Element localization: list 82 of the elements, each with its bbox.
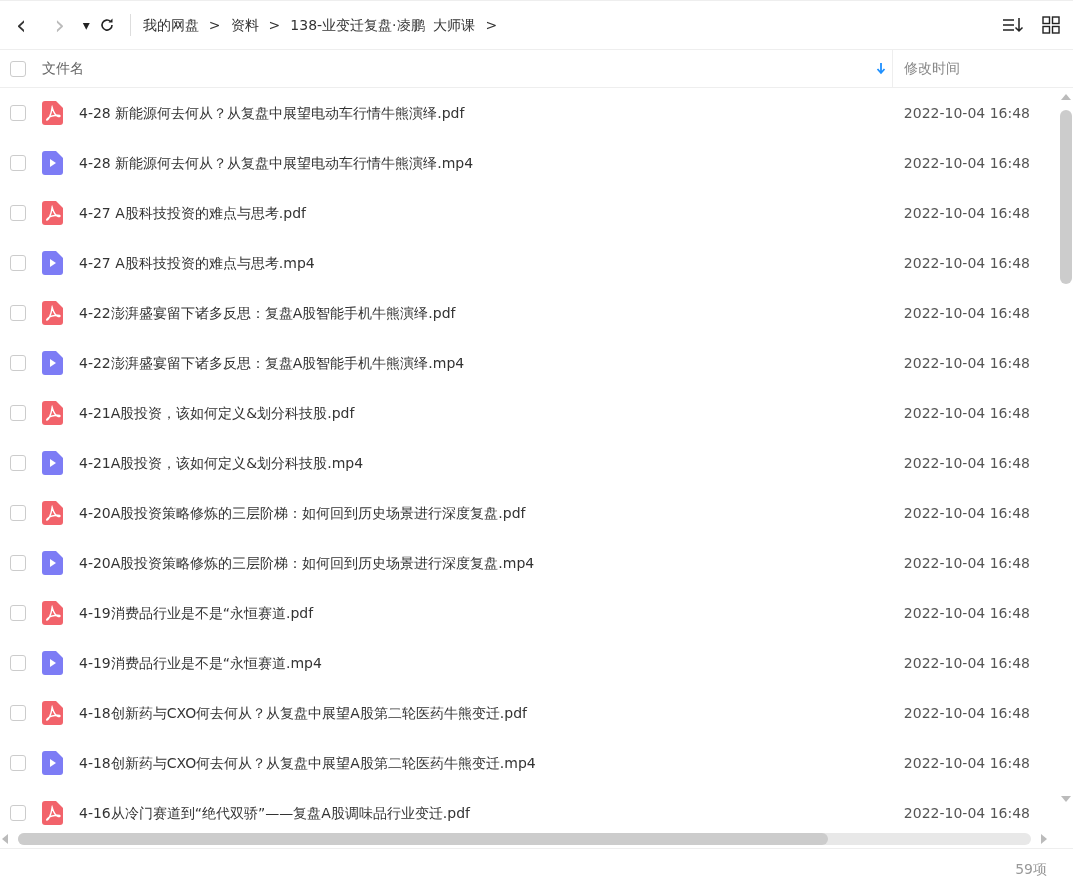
breadcrumb-link[interactable]: 资料 [226,14,263,36]
grid-view-icon [1042,16,1060,34]
modified-time: 2022-10-04 16:48 [903,403,1030,423]
refresh-icon [98,17,115,33]
row-checkbox[interactable] [10,105,26,121]
modified-time: 2022-10-04 16:48 [903,103,1030,123]
row-checkbox[interactable] [10,255,26,271]
pdf-file-icon [42,401,63,425]
pdf-file-icon [42,301,63,325]
file-name[interactable]: 4-21A股投资，该如何定义&划分科技股.mp4 [79,452,364,474]
file-name[interactable]: 4-19消费品行业是不是“永恒赛道.mp4 [79,652,322,674]
modified-time: 2022-10-04 16:48 [903,253,1030,273]
video-file-icon [42,351,63,375]
video-file-icon [42,251,63,275]
row-checkbox[interactable] [10,155,26,171]
row-checkbox[interactable] [10,755,26,771]
file-name[interactable]: 4-20A股投资策略修炼的三层阶梯：如何回到历史场景进行深度复盘.pdf [79,502,526,524]
file-name[interactable]: 4-21A股投资，该如何定义&划分科技股.pdf [79,402,355,424]
modified-time: 2022-10-04 16:48 [903,503,1030,523]
scroll-left-icon [2,834,8,844]
file-name[interactable]: 4-20A股投资策略修炼的三层阶梯：如何回到历史场景进行深度复盘.mp4 [79,552,535,574]
select-all-checkbox[interactable] [10,60,26,77]
column-header[interactable]: 文件名 [42,58,84,79]
sort-icon [1002,16,1024,34]
modified-time: 2022-10-04 16:48 [903,353,1030,373]
pdf-file-icon [42,501,63,525]
file-name[interactable]: 4-27 A股科技投资的难点与思考.pdf [79,202,306,224]
dropdown-button[interactable]: ▾ [78,14,94,36]
row-checkbox[interactable] [10,605,26,621]
modified-time: 2022-10-04 16:48 [903,653,1030,673]
video-file-icon [42,151,63,175]
item-count: 59项 [1015,860,1047,879]
modified-time: 2022-10-04 16:48 [903,153,1030,173]
scroll-down-icon [1061,796,1071,802]
row-checkbox[interactable] [10,705,26,721]
modified-time: 2022-10-04 16:48 [903,303,1030,323]
modified-time: 2022-10-04 16:48 [903,703,1030,723]
file-name[interactable]: 4-28 新能源何去何从？从复盘中展望电动车行情牛熊演绎.mp4 [79,152,474,174]
breadcrumb-link[interactable]: 我的网盘 [138,14,203,36]
row-checkbox[interactable] [10,805,26,821]
row-checkbox[interactable] [10,355,26,371]
sort-arrow-icon [876,62,886,75]
file-name[interactable]: 4-18创新药与CXO何去何从？从复盘中展望A股第二轮医药牛熊变迁.pdf [79,702,527,724]
pdf-file-icon [42,701,63,725]
row-checkbox[interactable] [10,205,26,221]
file-name[interactable]: 4-28 新能源何去何从？从复盘中展望电动车行情牛熊演绎.pdf [79,102,465,124]
modified-time: 2022-10-04 16:48 [903,603,1030,623]
modified-time: 2022-10-04 16:48 [903,803,1030,823]
row-checkbox[interactable] [10,455,26,471]
video-file-icon [42,451,63,475]
breadcrumb-link[interactable]: 138-业变迁复盘·凌鹏 大师课 [286,14,480,36]
video-file-icon [42,651,63,675]
row-checkbox[interactable] [10,555,26,571]
modified-time: 2022-10-04 16:48 [903,553,1030,573]
pdf-file-icon [42,101,63,125]
file-name[interactable]: 4-18创新药与CXO何去何从？从复盘中展望A股第二轮医药牛熊变迁.mp4 [79,752,536,774]
scroll-up-icon [1061,94,1071,100]
vertical-scrollbar-thumb[interactable] [1060,110,1072,284]
modified-time: 2022-10-04 16:48 [903,753,1030,773]
breadcrumb-separator: > [267,15,282,35]
scroll-right-icon [1041,834,1047,844]
breadcrumb-separator: > [484,15,499,35]
file-name[interactable]: 4-22澎湃盛宴留下诸多反思：复盘A股智能手机牛熊演绎.pdf [79,302,456,324]
column-header[interactable]: 修改时间 [893,58,960,79]
file-name[interactable]: 4-16从冷门赛道到“绝代双骄”——复盘A股调味品行业变迁.pdf [79,802,470,824]
pdf-file-icon [42,601,63,625]
modified-time: 2022-10-04 16:48 [903,203,1030,223]
row-checkbox[interactable] [10,305,26,321]
file-name[interactable]: 4-27 A股科技投资的难点与思考.mp4 [79,252,315,274]
row-checkbox[interactable] [10,505,26,521]
file-name[interactable]: 4-22澎湃盛宴留下诸多反思：复盘A股智能手机牛熊演绎.mp4 [79,352,465,374]
file-name[interactable]: 4-19消费品行业是不是“永恒赛道.pdf [79,602,314,624]
horizontal-scrollbar-thumb[interactable] [18,833,828,845]
breadcrumb-separator: > [207,15,222,35]
pdf-file-icon [42,801,63,825]
pdf-file-icon [42,201,63,225]
row-checkbox[interactable] [10,405,26,421]
video-file-icon [42,551,63,575]
back-button[interactable]: ‹ [10,12,33,38]
row-checkbox[interactable] [10,655,26,671]
modified-time: 2022-10-04 16:48 [903,453,1030,473]
video-file-icon [42,751,63,775]
